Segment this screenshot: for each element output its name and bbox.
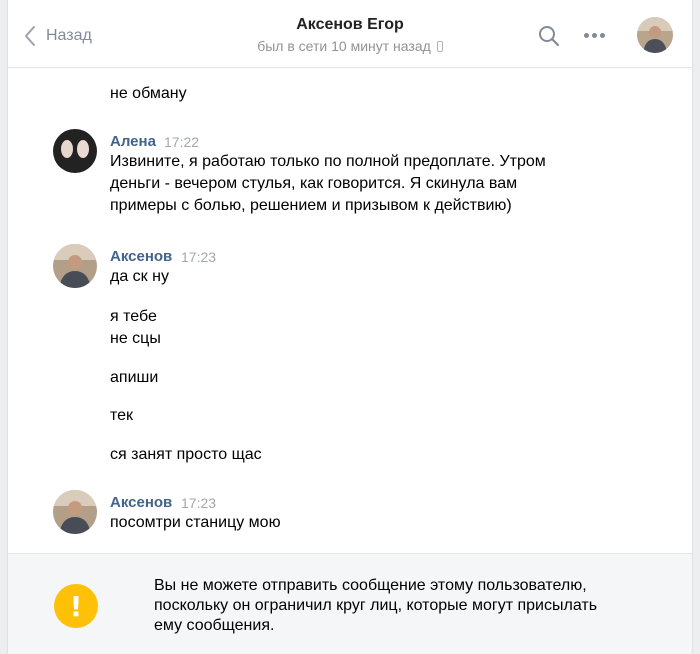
message-line: примеры с болью, решением и призывом к д…	[110, 197, 512, 214]
status-text: был в сети 10 минут назад	[257, 38, 431, 54]
blocked-notice-text: Вы не можете отправить сообщение этому п…	[154, 576, 654, 636]
avatar-aksenov[interactable]	[53, 490, 97, 534]
message-text: посомтри станицу мою	[110, 514, 281, 531]
message-time: 17:23	[181, 495, 217, 511]
message-time: 17:23	[181, 249, 217, 265]
message-text: не обману	[110, 85, 187, 102]
chat-window: Назад Аксенов Егор был в сети 10 минут н…	[7, 0, 693, 654]
message-text: Извините, я работаю только по полной пре…	[110, 151, 546, 217]
search-icon[interactable]	[538, 25, 560, 52]
message-text: да ск ну	[110, 268, 169, 285]
message-text: тек	[110, 407, 134, 424]
contact-status: был в сети 10 минут назад	[257, 36, 443, 56]
message-text: апиши	[110, 369, 159, 386]
blocked-notice-panel: ! Вы не можете отправить сообщение этому…	[8, 553, 692, 654]
message-line: не сцы	[110, 330, 161, 347]
message-text: я тебе не сцы	[110, 306, 161, 350]
message-time: 17:22	[164, 134, 200, 150]
more-options-icon[interactable]	[584, 25, 605, 45]
message-author[interactable]: Аксенов	[110, 494, 172, 511]
avatar-alena[interactable]	[53, 129, 97, 173]
exclamation-icon: !	[54, 584, 98, 628]
message-author[interactable]: Алена	[110, 133, 156, 150]
message-author[interactable]: Аксенов	[110, 248, 172, 265]
message-line: деньги - вечером стулья, как говорится. …	[110, 175, 518, 192]
notice-line: поскольку он ограничил круг лиц, которые…	[154, 597, 598, 614]
avatar-aksenov[interactable]	[53, 244, 97, 288]
message-line: я тебе	[110, 308, 157, 325]
contact-avatar[interactable]	[637, 17, 673, 53]
message-text: ся занят просто щас	[110, 446, 262, 463]
message-line: Извините, я работаю только по полной пре…	[110, 153, 546, 170]
chat-header: Назад Аксенов Егор был в сети 10 минут н…	[8, 0, 692, 68]
notice-line: Вы не можете отправить сообщение этому п…	[154, 577, 587, 594]
phone-icon	[436, 40, 443, 52]
notice-line: ему сообщения.	[154, 617, 275, 634]
